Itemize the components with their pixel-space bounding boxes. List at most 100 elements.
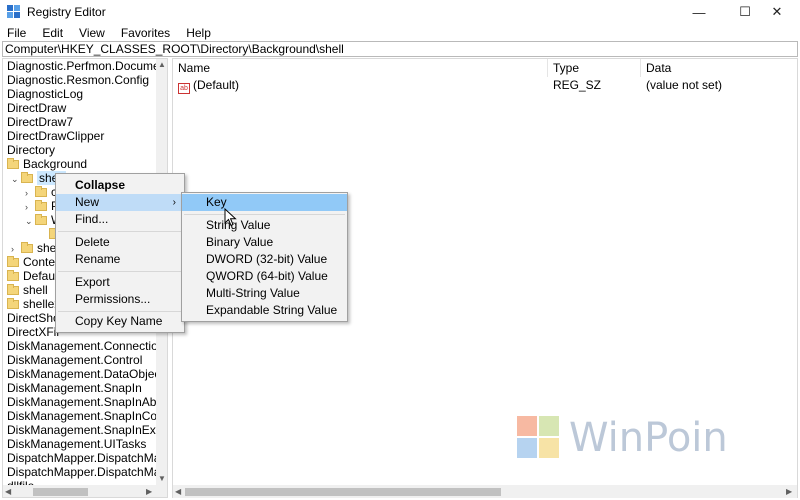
tree-item[interactable]: DiagnosticLog [7, 87, 83, 101]
tree-item[interactable]: DispatchMapper.DispatchMapper.1 [7, 465, 167, 479]
menu-item-new-label: New [75, 195, 100, 209]
tree-item[interactable]: ›P [25, 199, 59, 213]
menu-bar: File Edit View Favorites Help [0, 24, 800, 42]
tree-item-label: DirectDraw7 [7, 115, 74, 129]
tree-item-label: DiskManagement.SnapInAbout [7, 395, 168, 409]
tree-item[interactable]: DiskManagement.SnapIn [7, 381, 142, 395]
values-horizontal-scrollbar[interactable]: ◀ ▶ [173, 485, 797, 498]
tree-horizontal-scrollbar[interactable]: ◀ ▶ [3, 485, 167, 497]
values-scroll-thumb[interactable] [185, 488, 501, 496]
chevron-down-icon[interactable]: ⌄ [25, 214, 33, 228]
tree-item-label: DirectXFil [7, 325, 60, 339]
tree-item[interactable]: Defaul [7, 269, 58, 283]
value-row-name[interactable]: ab (Default) [178, 77, 548, 94]
chevron-down-icon[interactable]: ⌄ [11, 172, 19, 186]
chevron-right-icon[interactable]: › [25, 200, 33, 214]
column-header-type[interactable]: Type [548, 59, 641, 77]
menu-item-find[interactable]: Find... [56, 211, 184, 228]
folder-icon [35, 214, 47, 225]
column-header-data[interactable]: Data [641, 59, 797, 77]
menu-item-collapse[interactable]: Collapse [56, 177, 184, 194]
folder-icon [21, 242, 33, 253]
tree-item[interactable]: DiskManagement.Connection [7, 339, 164, 353]
tree-item-label: DiskManagement.SnapIn [7, 381, 142, 395]
submenu-item-string-value[interactable]: String Value [182, 217, 347, 234]
scroll-right-icon[interactable]: ▶ [786, 487, 792, 496]
tree-item[interactable]: Background [7, 157, 87, 171]
scroll-right-icon[interactable]: ▶ [146, 487, 152, 496]
chevron-right-icon[interactable]: › [11, 242, 19, 256]
tree-item[interactable]: DiskManagement.UITasks [7, 437, 146, 451]
menu-edit[interactable]: Edit [39, 26, 63, 40]
folder-icon [7, 158, 19, 169]
menu-item-permissions[interactable]: Permissions... [56, 291, 184, 308]
tree-item-label: Background [23, 157, 88, 171]
tree-item-label: DiskManagement.Connection [7, 339, 165, 353]
submenu-item-binary-value[interactable]: Binary Value [182, 234, 347, 251]
window-title: Registry Editor [27, 5, 106, 19]
scroll-left-icon[interactable]: ◀ [175, 487, 181, 496]
submenu-item-multi-string-value[interactable]: Multi-String Value [182, 285, 347, 302]
column-header-name[interactable]: Name [173, 59, 548, 77]
tree-item-label: she [37, 241, 57, 255]
tree-item[interactable]: Directory [7, 143, 55, 157]
menu-separator [58, 231, 182, 232]
tree-item[interactable]: DirectDrawClipper [7, 129, 104, 143]
submenu-item-dword-value[interactable]: DWORD (32-bit) Value [182, 251, 347, 268]
tree-item-label: DirectDraw [7, 101, 67, 115]
folder-icon [35, 186, 47, 197]
tree-item-label: DiagnosticLog [7, 87, 84, 101]
tree-item[interactable]: DispatchMapper.DispatchMapper [7, 451, 168, 465]
folder-icon [7, 256, 19, 267]
menu-item-copy-key-name[interactable]: Copy Key Name [56, 313, 184, 330]
tree-item[interactable]: shellex [7, 297, 60, 311]
menu-item-export[interactable]: Export [56, 274, 184, 291]
tree-item[interactable]: DirectDraw [7, 101, 66, 115]
tree-item[interactable]: shell [7, 283, 48, 297]
tree-item[interactable]: Contex [7, 255, 61, 269]
scroll-up-icon[interactable]: ▲ [158, 60, 166, 69]
tree-item-label: DiskManagement.UITasks [7, 437, 147, 451]
folder-icon [7, 284, 19, 295]
tree-item-label: shell [23, 283, 48, 297]
value-data: (value not set) [646, 78, 723, 92]
tree-item[interactable]: DiskManagement.Control [7, 353, 142, 367]
menu-item-delete[interactable]: Delete [56, 234, 184, 251]
tree-item-label: Diagnostic.Perfmon.Document [7, 59, 168, 73]
chevron-right-icon: › [172, 197, 176, 208]
tree-item[interactable]: DiskManagement.SnapInAbout [7, 395, 168, 409]
tree-item[interactable]: Diagnostic.Resmon.Config [7, 73, 149, 87]
tree-item[interactable]: › c [25, 185, 57, 199]
minimize-button[interactable]: — [676, 0, 722, 24]
scroll-down-icon[interactable]: ▼ [158, 474, 166, 483]
menu-file[interactable]: File [4, 26, 26, 40]
tree-item[interactable]: DiskManagement.DataObject [7, 367, 164, 381]
submenu-item-qword-value[interactable]: QWORD (64-bit) Value [182, 268, 347, 285]
tree-item-label: DispatchMapper.DispatchMapper.1 [7, 465, 167, 479]
tree-item[interactable]: Diagnostic.Perfmon.Document [7, 59, 168, 73]
menu-item-rename[interactable]: Rename [56, 251, 184, 268]
address-bar[interactable]: Computer\HKEY_CLASSES_ROOT\Directory\Bac… [2, 41, 798, 57]
tree-item[interactable]: › she [11, 241, 56, 255]
tree-item-label: DiskManagement.Control [7, 353, 143, 367]
chevron-right-icon[interactable]: › [25, 186, 33, 200]
menu-favorites[interactable]: Favorites [118, 26, 170, 40]
menu-view[interactable]: View [76, 26, 105, 40]
submenu-item-expandable-string-value[interactable]: Expandable String Value [182, 302, 347, 319]
close-button[interactable]: ✕ [754, 0, 800, 24]
submenu-item-key[interactable]: Key [182, 194, 347, 211]
value-type: REG_SZ [553, 78, 602, 92]
new-submenu: Key String Value Binary Value DWORD (32-… [181, 192, 348, 322]
tree-item-label: Directory [7, 143, 56, 157]
menu-help[interactable]: Help [183, 26, 211, 40]
tree-item[interactable]: DirectDraw7 [7, 115, 73, 129]
scroll-left-icon[interactable]: ◀ [5, 487, 11, 496]
tree-scroll-thumb[interactable] [33, 488, 88, 496]
tree-item[interactable]: DiskManagement.SnapInExtension [7, 423, 167, 437]
registry-editor-icon [7, 5, 20, 18]
tree-item-label: DispatchMapper.DispatchMapper [7, 451, 168, 465]
menu-item-new[interactable]: New › [56, 194, 184, 211]
tree-item[interactable]: DirectXFil [7, 325, 59, 339]
folder-icon [35, 200, 47, 211]
tree-item[interactable]: DiskManagement.SnapInComponent [7, 409, 167, 423]
